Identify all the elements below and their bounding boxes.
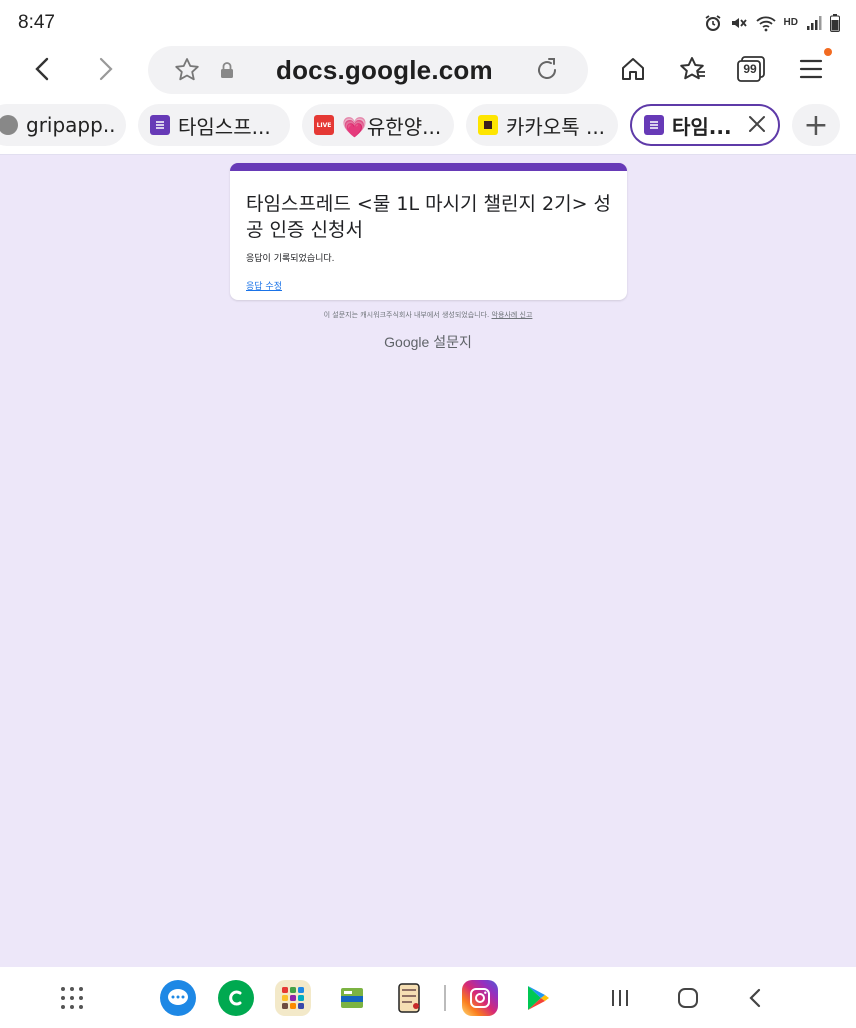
home-icon (622, 58, 644, 80)
forward-icon (99, 57, 113, 81)
form-title: 타임스프레드 <물 1L 마시기 챌린지 2기> 성공 인증 신청서 (246, 193, 612, 241)
lock-icon (220, 61, 234, 83)
tab-label: gripapp.... (26, 113, 114, 137)
menu-icon (799, 59, 823, 79)
dock-separator (444, 985, 446, 1011)
google-forms-logo[interactable]: Google 설문지 (0, 332, 856, 352)
back-button[interactable] (26, 52, 60, 86)
status-bar: 8:47 HD (0, 0, 856, 42)
app-folder-icon[interactable] (275, 980, 311, 1016)
instagram-app-icon[interactable] (462, 980, 498, 1016)
plus-icon: + (803, 107, 829, 143)
menu-button[interactable] (794, 48, 832, 86)
play-store-app-icon[interactable] (520, 980, 556, 1016)
messages-app-icon[interactable] (160, 980, 196, 1016)
tab-kakaotalk[interactable]: 카카오톡 ... (466, 104, 618, 146)
tabs-button[interactable]: 99 (734, 52, 768, 86)
bookmarks-icon (680, 57, 705, 80)
new-tab-button[interactable]: + (792, 104, 840, 146)
kakao-favicon-icon (478, 115, 498, 135)
forward-button[interactable] (88, 52, 122, 86)
bottom-dock (0, 967, 856, 1028)
url-text[interactable]: docs.google.com (276, 55, 493, 86)
tab-timespread-active[interactable]: 타임... (630, 104, 780, 146)
forms-favicon-icon (150, 115, 170, 135)
page-content: 타임스프레드 <물 1L 마시기 챌린지 2기> 성공 인증 신청서 응답이 기… (0, 155, 856, 967)
game-app-icon[interactable] (391, 980, 427, 1016)
tab-label: 타임스프... (178, 114, 271, 139)
forms-favicon-icon (644, 115, 664, 135)
tab-strip: gripapp.... 타임스프... LIVE 💗유한양... 카카오톡 ..… (0, 104, 856, 150)
alarm-icon (705, 15, 721, 31)
tab-count: 99 (743, 62, 757, 76)
app-drawer-icon[interactable] (54, 980, 90, 1016)
google-brand: Google (384, 334, 430, 350)
bookmark-star-icon[interactable] (174, 57, 200, 87)
url-bar[interactable]: docs.google.com (148, 46, 588, 94)
notification-dot (824, 48, 832, 56)
form-response-card: 타임스프레드 <물 1L 마시기 챌린지 2기> 성공 인증 신청서 응답이 기… (230, 163, 627, 300)
live-favicon-icon: LIVE (314, 115, 334, 135)
tab-timespread-1[interactable]: 타임스프... (138, 104, 290, 146)
edit-response-link[interactable]: 응답 수정 (246, 279, 282, 292)
tab-gripapp[interactable]: gripapp.... (0, 104, 126, 146)
status-time: 8:47 (18, 12, 55, 33)
bookmarks-button[interactable] (676, 52, 710, 86)
browser-toolbar: docs.google.com 99 (0, 42, 856, 96)
forms-brand: 설문지 (433, 334, 472, 350)
kakao-c-app-icon[interactable] (218, 980, 254, 1016)
signal-icon (807, 16, 822, 30)
gripapp-favicon-icon (0, 115, 18, 135)
mute-icon (731, 18, 747, 28)
tab-label: 카카오톡 ... (506, 114, 606, 139)
tab-label: 타임... (672, 114, 732, 139)
tab-label: 💗유한양... (342, 114, 442, 139)
wallet-app-icon[interactable] (334, 980, 370, 1016)
wifi-icon (755, 16, 776, 32)
tab-live[interactable]: LIVE 💗유한양... (302, 104, 454, 146)
back-nav-icon[interactable] (738, 980, 774, 1016)
home-button[interactable] (616, 52, 650, 86)
home-button-icon[interactable] (670, 980, 706, 1016)
reload-icon[interactable] (534, 57, 560, 87)
footer-note-text: 이 설문지는 캐시워크주식회사 내부에서 생성되었습니다. (323, 311, 490, 319)
response-recorded-message: 응답이 기록되었습니다. (246, 254, 335, 264)
hd-voice-icon: HD (783, 17, 798, 28)
recents-icon[interactable] (602, 980, 638, 1016)
report-abuse-link[interactable]: 악용사례 신고 (492, 311, 533, 319)
close-tab-icon[interactable] (748, 111, 766, 139)
battery-icon (830, 14, 840, 32)
back-icon (35, 57, 49, 81)
status-icons: HD (704, 14, 840, 32)
form-footer-note: 이 설문지는 캐시워크주식회사 내부에서 생성되었습니다. 악용사례 신고 (0, 310, 856, 320)
